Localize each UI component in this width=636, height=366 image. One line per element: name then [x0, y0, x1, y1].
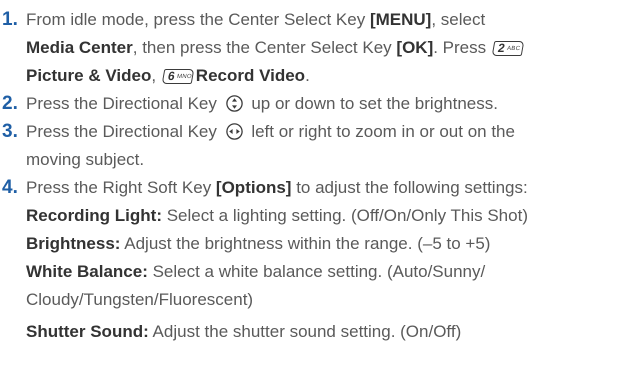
- setting-label: White Balance:: [26, 262, 148, 281]
- setting-description: Adjust the brightness within the range. …: [120, 234, 491, 253]
- instruction-text: left or right to zoom in or out on the: [246, 122, 515, 141]
- key-2-abc-icon: 2 ABC: [491, 41, 525, 56]
- setting-recording-light: Recording Light: Select a lighting setti…: [26, 206, 528, 226]
- key-digit: 6: [166, 69, 176, 83]
- step-3-line-1: Press the Directional Key left or right …: [26, 122, 515, 142]
- setting-description: Cloudy/Tungsten/Fluorescent): [26, 290, 254, 309]
- instruction-text: Press the Right Soft Key: [26, 178, 216, 197]
- instruction-text: , then press the Center Select Key: [132, 38, 397, 57]
- setting-shutter-sound: Shutter Sound: Adjust the shutter sound …: [26, 322, 461, 342]
- key-letters: ABC: [506, 46, 521, 52]
- ok-key-label: [OK]: [396, 38, 434, 57]
- instruction-text: Press the Directional Key: [26, 122, 222, 141]
- menu-key-label: [MENU]: [369, 10, 432, 29]
- step-2-line-1: Press the Directional Key up or down to …: [26, 94, 498, 114]
- step-number: 2.: [2, 93, 18, 114]
- instruction-text: . Press: [433, 38, 487, 57]
- left-right-directional-key-icon: [225, 123, 243, 140]
- step-1-line-3: Picture & Video, 6 MNO Record Video.: [26, 66, 310, 86]
- instruction-text: From idle mode, press the Center Select …: [26, 10, 370, 29]
- picture-video-label: Picture & Video: [26, 66, 152, 85]
- step-number: 3.: [2, 121, 18, 142]
- step-number: 4.: [2, 177, 18, 198]
- setting-description: Select a white balance setting. (Auto/Su…: [147, 262, 486, 281]
- instruction-text: up or down to set the brightness.: [246, 94, 498, 113]
- instruction-text: .: [305, 66, 310, 85]
- instruction-text: to adjust the following settings:: [291, 178, 528, 197]
- instruction-text: moving subject.: [26, 150, 145, 169]
- instruction-text: , select: [431, 10, 486, 29]
- options-key-label: [Options]: [215, 178, 292, 197]
- instruction-text: Press the Directional Key: [26, 94, 222, 113]
- setting-label: Brightness:: [26, 234, 121, 253]
- setting-white-balance-continued: Cloudy/Tungsten/Fluorescent): [26, 290, 253, 310]
- step-number: 1.: [2, 9, 18, 30]
- setting-label: Shutter Sound:: [26, 322, 149, 341]
- setting-white-balance: White Balance: Select a white balance se…: [26, 262, 485, 282]
- key-6-mno-icon: 6 MNO: [161, 69, 195, 84]
- up-down-directional-key-icon: [225, 95, 243, 112]
- setting-brightness: Brightness: Adjust the brightness within…: [26, 234, 490, 254]
- key-digit: 2: [496, 41, 506, 55]
- setting-description: Adjust the shutter sound setting. (On/Of…: [148, 322, 462, 341]
- step-4-line-1: Press the Right Soft Key [Options] to ad…: [26, 178, 528, 198]
- instruction-page: 1. From idle mode, press the Center Sele…: [0, 0, 636, 366]
- media-center-label: Media Center: [26, 38, 133, 57]
- step-1-line-2: Media Center, then press the Center Sele…: [26, 38, 526, 58]
- step-3-line-2: moving subject.: [26, 150, 144, 170]
- step-1-line-1: From idle mode, press the Center Select …: [26, 10, 485, 30]
- instruction-text: ,: [151, 66, 161, 85]
- setting-label: Recording Light:: [26, 206, 162, 225]
- key-letters: MNO: [176, 74, 193, 80]
- record-video-label: Record Video: [195, 66, 306, 85]
- setting-description: Select a lighting setting. (Off/On/Only …: [161, 206, 528, 225]
